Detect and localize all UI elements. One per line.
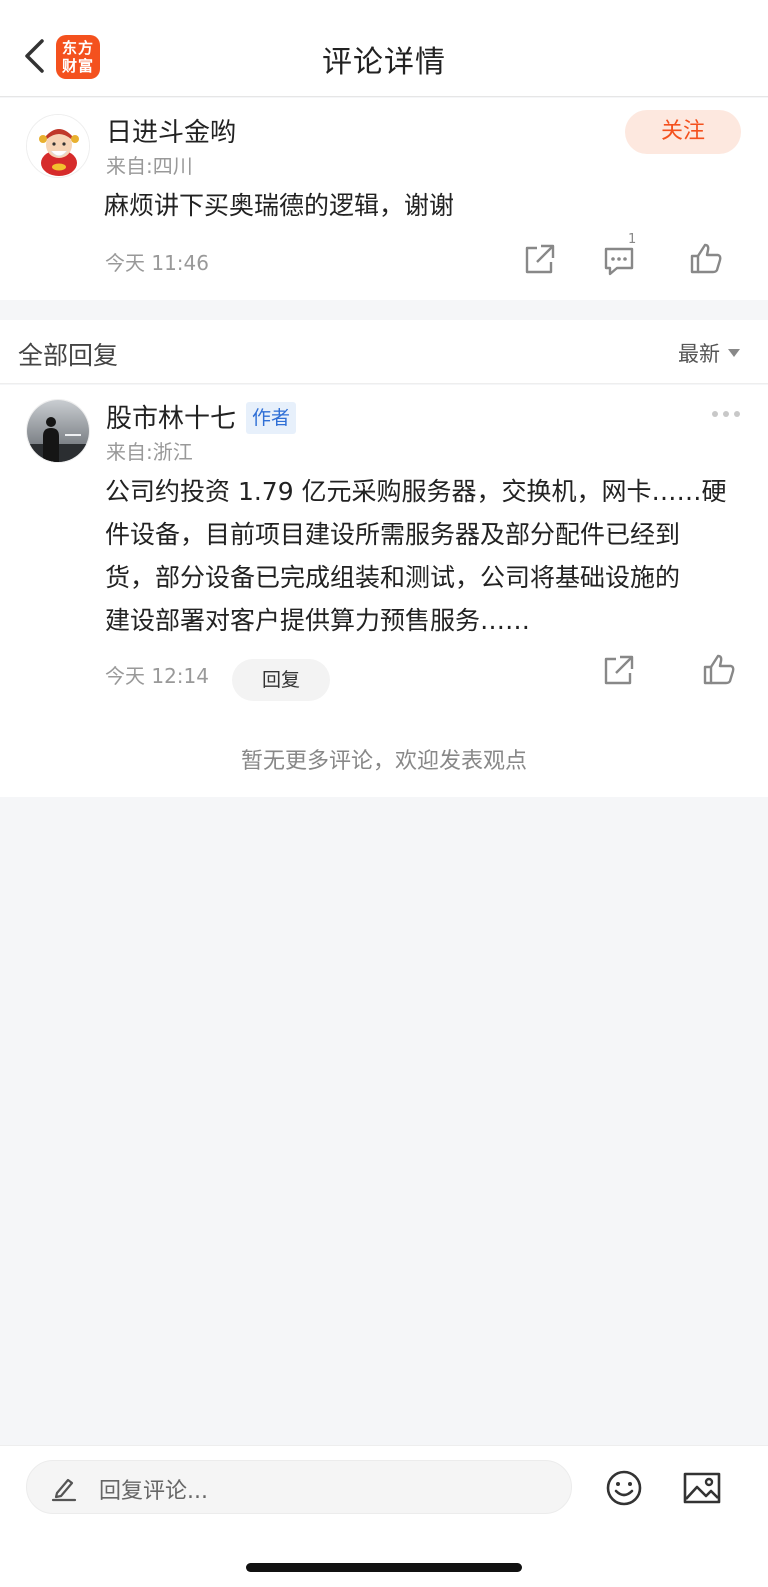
emoji-button[interactable] [604, 1468, 644, 1508]
comment-button[interactable] [601, 242, 637, 278]
follow-button[interactable]: 关注 [625, 110, 741, 154]
reply-input-placeholder: 回复评论... [99, 1479, 208, 1504]
image-icon [683, 1472, 721, 1504]
comment-author-location: 来自:四川 [106, 154, 193, 178]
share-icon [604, 655, 634, 685]
replies-section-header: 全部回复 最新 [0, 320, 768, 384]
reply-time: 今天 12:14 [105, 664, 209, 688]
top-navigation-bar: 东方 财富 评论详情 [0, 0, 768, 97]
reply-text-line: 货，部分设备已完成组装和测试，公司将基础设施的 [105, 563, 681, 592]
avatar[interactable] [26, 114, 90, 178]
reply-text: 公司约投资 1.79 亿元采购服务器，交换机，网卡……硬 件设备，目前项目建设所… [105, 470, 727, 642]
sort-dropdown[interactable]: 最新 [678, 338, 740, 368]
reply-text-line: 件设备，目前项目建设所需服务器及部分配件已经到 [105, 520, 681, 549]
reply-text-line: 建设部署对客户提供算力预售服务…… [105, 606, 531, 635]
share-button[interactable] [521, 242, 557, 278]
comment-time: 今天 11:46 [105, 251, 209, 275]
no-more-comments-text: 暂无更多评论，欢迎发表观点 [240, 749, 527, 774]
smiley-icon [606, 1470, 642, 1506]
dropdown-arrow-icon [728, 349, 740, 357]
reply-input[interactable]: 回复评论... [26, 1460, 572, 1514]
author-badge: 作者 [246, 402, 297, 434]
thumbs-up-icon [690, 243, 722, 274]
share-button[interactable] [600, 653, 636, 689]
reply-list: 股市林十七 作者 来自:浙江 公司约投资 1.79 亿元采购服务器，交换机，网卡… [0, 385, 768, 797]
thumbs-up-icon [703, 654, 735, 685]
more-options-button[interactable] [712, 411, 740, 417]
reply-button[interactable]: 回复 [232, 659, 330, 701]
like-button[interactable] [701, 652, 737, 688]
like-button[interactable] [688, 241, 724, 277]
more-dots-icon [712, 411, 718, 417]
comment-bubble-icon [604, 247, 634, 276]
home-indicator [246, 1563, 522, 1572]
share-icon [525, 244, 555, 274]
sort-label: 最新 [678, 342, 720, 366]
reply-author-name[interactable]: 股市林十七 [106, 398, 236, 435]
main-comment-card: 日进斗金哟 来自:四川 关注 麻烦讲下买奥瑞德的逻辑，谢谢 今天 11:46 1 [0, 98, 768, 300]
god-of-wealth-avatar-icon [27, 115, 89, 177]
reply-author-location: 来自:浙江 [106, 440, 193, 464]
comment-text: 麻烦讲下买奥瑞德的逻辑，谢谢 [104, 191, 455, 220]
page-title: 评论详情 [322, 45, 446, 80]
silhouette-avatar-icon [27, 400, 89, 462]
section-title: 全部回复 [18, 341, 119, 370]
pencil-icon [51, 1478, 77, 1502]
reply-text-line: 公司约投资 1.79 亿元采购服务器，交换机，网卡……硬 [105, 477, 727, 506]
image-button[interactable] [682, 1468, 722, 1508]
comment-count-badge: 1 [628, 232, 637, 247]
avatar[interactable] [26, 399, 90, 463]
comment-author-name[interactable]: 日进斗金哟 [106, 112, 236, 149]
